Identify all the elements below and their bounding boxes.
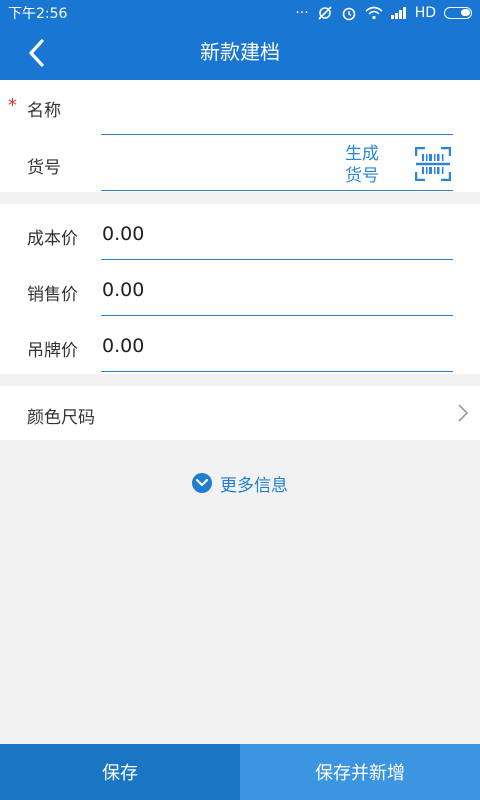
name-input[interactable]	[101, 134, 453, 135]
bottom-action-bar: 保存 保存并新增	[0, 744, 480, 800]
cost-price-label: 成本价	[27, 229, 78, 249]
save-and-new-button[interactable]: 保存并新增	[240, 744, 480, 800]
sale-price-input[interactable]: 0.00	[102, 279, 144, 301]
alarm-icon	[341, 5, 357, 21]
cost-price-underline	[101, 259, 453, 260]
wifi-icon	[365, 6, 383, 20]
generate-sku-button[interactable]: 生成 货号	[340, 143, 384, 187]
cost-price-input[interactable]: 0.00	[102, 223, 144, 245]
scan-barcode-button[interactable]	[414, 146, 452, 182]
status-bar: 下午2:56 ··· HD	[0, 0, 480, 25]
tag-price-label: 吊牌价	[27, 341, 78, 361]
color-size-label: 颜色尺码	[27, 408, 95, 428]
tag-price-underline	[101, 371, 453, 372]
generate-label-line2: 货号	[345, 166, 379, 186]
battery-icon	[444, 6, 472, 19]
status-icons: ··· HD	[295, 5, 472, 21]
generate-label-line1: 生成	[345, 144, 379, 164]
network-type: HD	[414, 4, 436, 21]
dots-icon: ···	[295, 4, 309, 21]
sku-label: 货号	[27, 158, 61, 178]
name-label: 名称	[27, 101, 61, 121]
basic-info-section	[0, 80, 480, 192]
tag-price-input[interactable]: 0.00	[102, 335, 144, 357]
app-bar: 新款建档	[0, 25, 480, 80]
chevron-down-circle-icon	[192, 473, 212, 493]
scan-barcode-icon	[414, 146, 452, 182]
page-title: 新款建档	[200, 40, 280, 64]
sku-input[interactable]	[101, 190, 453, 191]
required-mark: *	[8, 95, 17, 116]
save-button[interactable]: 保存	[0, 744, 240, 800]
more-info-toggle[interactable]: 更多信息	[0, 470, 480, 496]
chevron-right-icon	[458, 404, 468, 422]
sync-off-icon	[317, 5, 333, 21]
sale-price-underline	[101, 315, 453, 316]
status-time: 下午2:56	[8, 5, 68, 22]
more-info-label: 更多信息	[220, 475, 288, 496]
signal-icon	[390, 6, 407, 19]
sale-price-label: 销售价	[27, 285, 78, 305]
